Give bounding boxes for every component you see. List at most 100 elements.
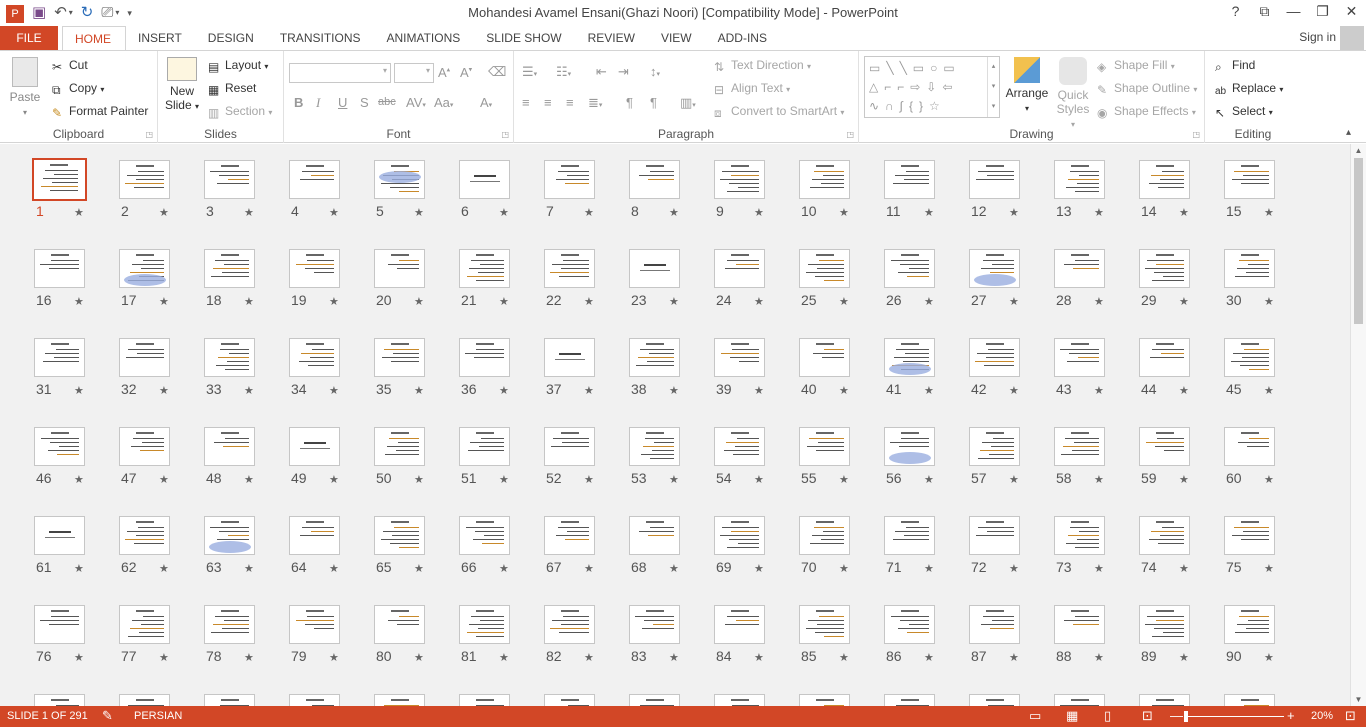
animation-star-icon[interactable]: ★	[1094, 473, 1104, 486]
animation-star-icon[interactable]: ★	[1179, 206, 1189, 219]
slide-thumbnail[interactable]	[544, 249, 595, 288]
slide-thumbnail[interactable]	[884, 338, 935, 377]
animation-star-icon[interactable]: ★	[414, 651, 424, 664]
format-painter-button[interactable]: ✎ Format Painter	[52, 103, 148, 120]
slide-thumbnail[interactable]	[459, 516, 510, 555]
animation-star-icon[interactable]: ★	[669, 562, 679, 575]
slide-thumbnail[interactable]	[714, 427, 765, 466]
slide-thumbnail[interactable]	[119, 694, 170, 706]
powerpoint-logo-icon[interactable]: P	[6, 5, 24, 23]
slide-indicator[interactable]: SLIDE 1 OF 291	[7, 710, 88, 722]
slide-thumbnail[interactable]	[34, 249, 85, 288]
animation-star-icon[interactable]: ★	[1264, 562, 1274, 575]
animation-star-icon[interactable]: ★	[1264, 384, 1274, 397]
animation-star-icon[interactable]: ★	[1179, 562, 1189, 575]
align-center-icon[interactable]: ≡	[544, 95, 552, 110]
tab-view[interactable]: VIEW	[649, 26, 706, 51]
slide-thumbnail[interactable]	[374, 427, 425, 466]
zoom-out-icon[interactable]: —	[1170, 708, 1183, 723]
tab-insert[interactable]: INSERT	[126, 26, 196, 51]
sign-in-link[interactable]: Sign in	[1299, 30, 1336, 44]
slide-thumbnail[interactable]	[714, 694, 765, 706]
undo-icon[interactable]: ↶	[54, 2, 67, 24]
slide-thumbnail[interactable]	[884, 249, 935, 288]
slide-thumbnail[interactable]	[1054, 338, 1105, 377]
animation-star-icon[interactable]: ★	[669, 206, 679, 219]
font-size-select[interactable]: ▾	[394, 63, 434, 83]
shape-fill-button[interactable]: ◈ Shape Fill ▾	[1097, 57, 1175, 75]
copy-button[interactable]: ⧉ Copy ▾	[52, 80, 104, 98]
animation-star-icon[interactable]: ★	[329, 295, 339, 308]
animation-star-icon[interactable]: ★	[839, 473, 849, 486]
slide-thumbnail[interactable]	[799, 249, 850, 288]
tab-transitions[interactable]: TRANSITIONS	[268, 26, 375, 51]
animation-star-icon[interactable]: ★	[669, 651, 679, 664]
strikethrough-button[interactable]: abc	[378, 96, 396, 108]
tab-design[interactable]: DESIGN	[196, 26, 268, 51]
cut-button[interactable]: ✂ Cut	[52, 57, 88, 74]
zoom-slider-knob[interactable]	[1184, 711, 1188, 722]
animation-star-icon[interactable]: ★	[584, 384, 594, 397]
slide-thumbnail[interactable]	[1224, 338, 1275, 377]
slide-thumbnail[interactable]	[289, 249, 340, 288]
animation-star-icon[interactable]: ★	[1009, 295, 1019, 308]
animation-star-icon[interactable]: ★	[1264, 295, 1274, 308]
avatar[interactable]	[1340, 26, 1364, 50]
ribbon-display-options-icon[interactable]: ⧉	[1250, 0, 1279, 24]
slide-show-view-icon[interactable]: ⊡	[1142, 708, 1153, 724]
slide-thumbnail[interactable]	[34, 694, 85, 706]
slide-thumbnail[interactable]	[34, 427, 85, 466]
animation-star-icon[interactable]: ★	[74, 384, 84, 397]
animation-star-icon[interactable]: ★	[669, 384, 679, 397]
shape-effects-button[interactable]: ◉ Shape Effects ▾	[1097, 103, 1196, 121]
undo-dropdown-icon[interactable]: ▾	[69, 2, 73, 24]
rtl-icon[interactable]: ¶	[650, 95, 657, 110]
animation-star-icon[interactable]: ★	[1094, 295, 1104, 308]
animation-star-icon[interactable]: ★	[244, 651, 254, 664]
animation-star-icon[interactable]: ★	[414, 473, 424, 486]
zoom-slider[interactable]	[1188, 716, 1284, 717]
text-shadow-button[interactable]: S	[360, 95, 369, 110]
slide-thumbnail[interactable]	[459, 605, 510, 644]
slide-thumbnail[interactable]	[1139, 605, 1190, 644]
slide-thumbnail[interactable]	[1139, 694, 1190, 706]
slide-thumbnail[interactable]	[969, 427, 1020, 466]
animation-star-icon[interactable]: ★	[839, 384, 849, 397]
slide-thumbnail[interactable]	[1054, 249, 1105, 288]
animation-star-icon[interactable]: ★	[1264, 651, 1274, 664]
redo-icon[interactable]: ↻	[81, 2, 94, 24]
animation-star-icon[interactable]: ★	[754, 384, 764, 397]
slide-thumbnail[interactable]	[374, 605, 425, 644]
drawing-dialog-launcher-icon[interactable]: ◳	[1192, 130, 1200, 139]
slide-thumbnail[interactable]	[1139, 338, 1190, 377]
animation-star-icon[interactable]: ★	[839, 562, 849, 575]
slide-thumbnail[interactable]	[1224, 427, 1275, 466]
zoom-in-icon[interactable]: +	[1287, 708, 1295, 723]
slide-thumbnail[interactable]	[969, 605, 1020, 644]
slide-thumbnail[interactable]	[289, 160, 340, 199]
animation-star-icon[interactable]: ★	[244, 562, 254, 575]
slide-thumbnail[interactable]	[799, 427, 850, 466]
reset-button[interactable]: ▦ Reset	[208, 80, 256, 97]
animation-star-icon[interactable]: ★	[499, 473, 509, 486]
grow-font-icon[interactable]: A▴	[438, 65, 450, 80]
numbering-icon[interactable]: ☷▾	[556, 64, 571, 80]
animation-star-icon[interactable]: ★	[1009, 206, 1019, 219]
animation-star-icon[interactable]: ★	[1094, 384, 1104, 397]
italic-button[interactable]: I	[316, 95, 320, 111]
close-icon[interactable]: ✕	[1337, 0, 1366, 24]
animation-star-icon[interactable]: ★	[754, 651, 764, 664]
shape-outline-button[interactable]: ✎ Shape Outline ▾	[1097, 80, 1197, 98]
animation-star-icon[interactable]: ★	[584, 295, 594, 308]
slide-thumbnail[interactable]	[1139, 160, 1190, 199]
slide-thumbnail[interactable]	[374, 338, 425, 377]
animation-star-icon[interactable]: ★	[244, 295, 254, 308]
tab-slide-show[interactable]: SLIDE SHOW	[474, 26, 575, 51]
slide-thumbnail[interactable]	[119, 338, 170, 377]
slide-thumbnail[interactable]	[374, 516, 425, 555]
animation-star-icon[interactable]: ★	[754, 473, 764, 486]
collapse-ribbon-icon[interactable]: ▴	[1346, 127, 1351, 138]
text-direction-button[interactable]: ⇅ Text Direction ▾	[714, 57, 811, 75]
save-icon[interactable]: ▣	[32, 2, 46, 24]
paste-button[interactable]: Paste ▾	[6, 57, 44, 120]
